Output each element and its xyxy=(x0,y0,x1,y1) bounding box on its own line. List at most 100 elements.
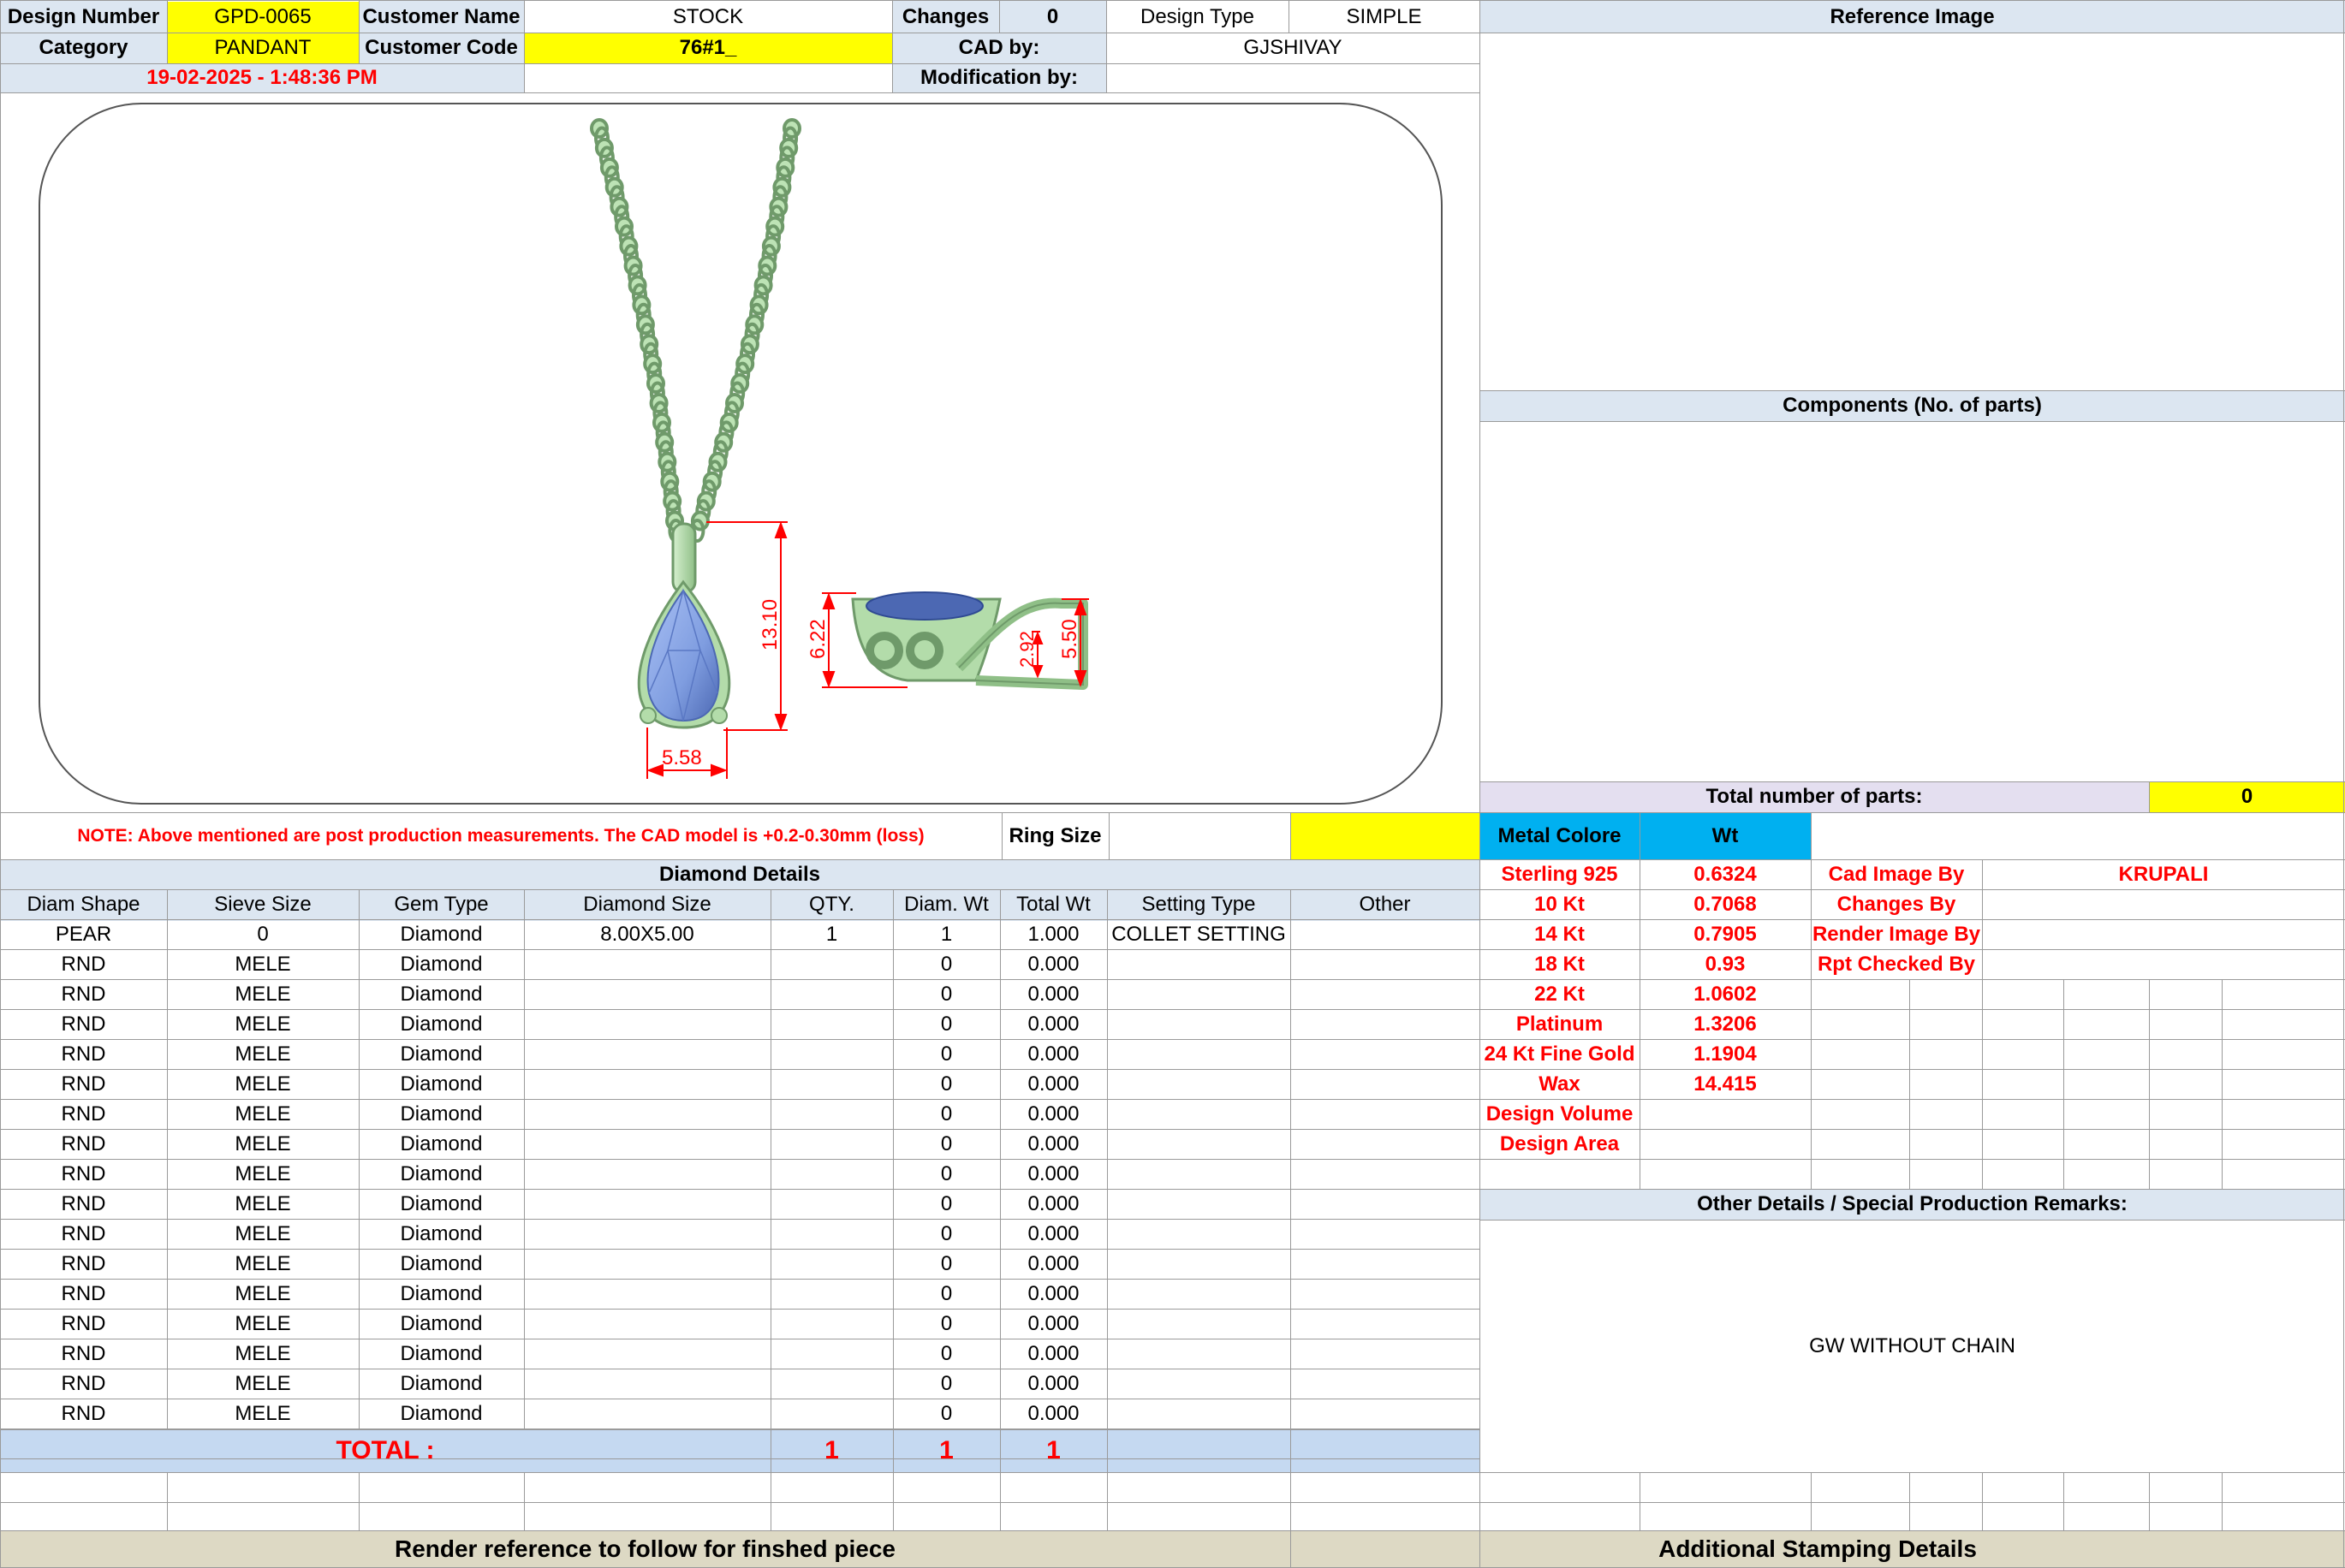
category-value[interactable]: PANDANT xyxy=(167,33,359,63)
people-value[interactable]: KRUPALI xyxy=(1982,859,2345,889)
diamond-cell[interactable] xyxy=(771,1219,893,1249)
diamond-cell[interactable]: MELE xyxy=(167,1189,359,1219)
diamond-cell[interactable] xyxy=(771,1249,893,1279)
diamond-cell[interactable]: 0.000 xyxy=(1000,1339,1107,1369)
diamond-cell[interactable]: MELE xyxy=(167,1099,359,1129)
diamond-cell[interactable]: COLLET SETTING xyxy=(1107,919,1290,949)
diamond-cell[interactable] xyxy=(524,1279,771,1309)
diamond-cell[interactable]: 0.000 xyxy=(1000,1039,1107,1069)
diamond-cell[interactable]: Diamond xyxy=(359,1369,524,1399)
diamond-cell[interactable] xyxy=(771,979,893,1009)
diamond-cell[interactable]: RND xyxy=(0,1369,167,1399)
special-remarks[interactable]: GW WITHOUT CHAIN xyxy=(1479,1220,2345,1472)
diamond-cell[interactable]: RND xyxy=(0,949,167,979)
diamond-cell[interactable]: RND xyxy=(0,1279,167,1309)
diamond-cell[interactable]: 0.000 xyxy=(1000,1159,1107,1189)
metal-weight[interactable]: 1.1904 xyxy=(1640,1039,1811,1069)
diamond-cell[interactable]: RND xyxy=(0,1219,167,1249)
diamond-cell[interactable] xyxy=(771,1159,893,1189)
diamond-cell[interactable] xyxy=(524,1009,771,1039)
diamond-cell[interactable] xyxy=(1290,1219,1479,1249)
people-value[interactable] xyxy=(1982,919,2345,949)
diamond-cell[interactable]: 0 xyxy=(893,1189,1000,1219)
diamond-cell[interactable]: 0.000 xyxy=(1000,979,1107,1009)
diamond-cell[interactable] xyxy=(771,1189,893,1219)
diamond-cell[interactable] xyxy=(1290,1159,1479,1189)
diamond-cell[interactable] xyxy=(1107,1069,1290,1099)
diamond-cell[interactable] xyxy=(771,1039,893,1069)
diamond-cell[interactable] xyxy=(1107,949,1290,979)
design-number-value[interactable]: GPD-0065 xyxy=(167,2,359,33)
metal-weight[interactable]: 0.6324 xyxy=(1640,859,1811,889)
diamond-cell[interactable] xyxy=(1107,1399,1290,1428)
diamond-cell[interactable]: 0.000 xyxy=(1000,1189,1107,1219)
diamond-cell[interactable]: MELE xyxy=(167,1399,359,1428)
diamond-cell[interactable]: 0.000 xyxy=(1000,1309,1107,1339)
diamond-cell[interactable]: 0.000 xyxy=(1000,1009,1107,1039)
diamond-cell[interactable]: RND xyxy=(0,1069,167,1099)
diamond-cell[interactable]: MELE xyxy=(167,979,359,1009)
people-value[interactable] xyxy=(1982,949,2345,979)
diamond-cell[interactable]: 0 xyxy=(893,1069,1000,1099)
diamond-cell[interactable]: 1 xyxy=(893,919,1000,949)
metal-weight[interactable]: 1.0602 xyxy=(1640,979,1811,1009)
diamond-cell[interactable]: Diamond xyxy=(359,1339,524,1369)
diamond-cell[interactable]: 0.000 xyxy=(1000,1219,1107,1249)
diamond-cell[interactable] xyxy=(1290,1189,1479,1219)
diamond-cell[interactable] xyxy=(1107,979,1290,1009)
diamond-cell[interactable]: 0.000 xyxy=(1000,1129,1107,1159)
diamond-cell[interactable]: PEAR xyxy=(0,919,167,949)
diamond-cell[interactable]: MELE xyxy=(167,949,359,979)
diamond-cell[interactable] xyxy=(1290,1279,1479,1309)
diamond-cell[interactable] xyxy=(1290,1009,1479,1039)
diamond-cell[interactable]: 0.000 xyxy=(1000,949,1107,979)
diamond-cell[interactable]: 0 xyxy=(893,1309,1000,1339)
diamond-cell[interactable] xyxy=(771,1399,893,1428)
diamond-cell[interactable]: MELE xyxy=(167,1159,359,1189)
diamond-cell[interactable] xyxy=(524,1069,771,1099)
diamond-cell[interactable] xyxy=(771,949,893,979)
diamond-cell[interactable]: Diamond xyxy=(359,1069,524,1099)
diamond-cell[interactable] xyxy=(524,949,771,979)
diamond-cell[interactable] xyxy=(1290,979,1479,1009)
diamond-cell[interactable] xyxy=(1290,919,1479,949)
total-parts-value[interactable]: 0 xyxy=(2149,781,2345,812)
customer-code-value[interactable]: 76#1_ xyxy=(524,33,892,63)
people-value[interactable] xyxy=(1982,889,2345,919)
diamond-cell[interactable]: Diamond xyxy=(359,1159,524,1189)
diamond-cell[interactable]: Diamond xyxy=(359,1309,524,1339)
diamond-cell[interactable] xyxy=(524,1099,771,1129)
diamond-cell[interactable] xyxy=(771,1009,893,1039)
diamond-cell[interactable] xyxy=(524,1309,771,1339)
diamond-cell[interactable]: RND xyxy=(0,1009,167,1039)
diamond-cell[interactable] xyxy=(771,1339,893,1369)
diamond-cell[interactable]: 1 xyxy=(771,919,893,949)
diamond-cell[interactable] xyxy=(771,1129,893,1159)
metal-weight[interactable]: 14.415 xyxy=(1640,1069,1811,1099)
diamond-cell[interactable]: 0.000 xyxy=(1000,1369,1107,1399)
diamond-cell[interactable]: 0 xyxy=(893,1279,1000,1309)
diamond-cell[interactable]: Diamond xyxy=(359,979,524,1009)
diamond-cell[interactable]: Diamond xyxy=(359,1279,524,1309)
diamond-cell[interactable]: 0 xyxy=(893,1249,1000,1279)
diamond-cell[interactable]: 0 xyxy=(167,919,359,949)
diamond-cell[interactable]: MELE xyxy=(167,1039,359,1069)
diamond-cell[interactable] xyxy=(1290,1309,1479,1339)
diamond-cell[interactable] xyxy=(771,1069,893,1099)
diamond-cell[interactable]: Diamond xyxy=(359,1009,524,1039)
diamond-cell[interactable]: Diamond xyxy=(359,1129,524,1159)
diamond-cell[interactable]: 0.000 xyxy=(1000,1279,1107,1309)
diamond-cell[interactable] xyxy=(1107,1159,1290,1189)
diamond-cell[interactable]: 0.000 xyxy=(1000,1069,1107,1099)
diamond-cell[interactable]: MELE xyxy=(167,1249,359,1279)
diamond-cell[interactable]: 0.000 xyxy=(1000,1099,1107,1129)
diamond-cell[interactable]: 0 xyxy=(893,1039,1000,1069)
diamond-cell[interactable]: 0 xyxy=(893,1009,1000,1039)
diamond-cell[interactable]: 0 xyxy=(893,1399,1000,1428)
diamond-cell[interactable] xyxy=(1290,1369,1479,1399)
diamond-cell[interactable]: Diamond xyxy=(359,1189,524,1219)
diamond-cell[interactable] xyxy=(524,1159,771,1189)
diamond-cell[interactable]: Diamond xyxy=(359,919,524,949)
metal-weight[interactable]: 0.7068 xyxy=(1640,889,1811,919)
diamond-cell[interactable] xyxy=(524,979,771,1009)
